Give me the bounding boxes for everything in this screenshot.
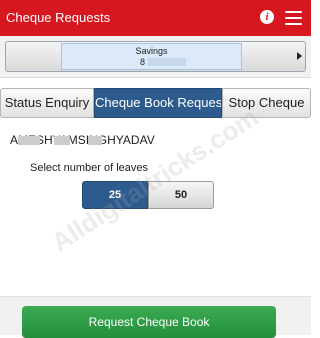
info-icon[interactable]: i — [260, 10, 274, 24]
app-header: Cheque Requests i — [0, 0, 311, 36]
chevron-right-icon — [297, 52, 302, 60]
account-number: 8 — [140, 57, 146, 67]
account-card[interactable]: Savings 8 — [61, 43, 242, 70]
page-title: Cheque Requests — [6, 10, 111, 25]
account-bar: Savings 8 — [0, 36, 311, 78]
tab-bar: Status Enquiry Cheque Book Request Stop … — [0, 88, 311, 118]
request-cheque-book-button[interactable]: Request Cheque Book — [22, 306, 276, 338]
tab-status-enquiry[interactable]: Status Enquiry — [0, 88, 94, 118]
name-mask — [18, 136, 40, 145]
account-number-mask — [148, 58, 186, 66]
tab-cheque-book-request[interactable]: Cheque Book Request — [94, 88, 222, 118]
account-type: Savings — [135, 46, 168, 56]
watermark: Alldigitaltricks.com — [45, 101, 264, 258]
name-mask — [88, 136, 102, 145]
leaves-option-50[interactable]: 50 — [148, 181, 214, 209]
leaves-option-25[interactable]: 25 — [82, 181, 148, 209]
next-account-button[interactable] — [251, 42, 305, 71]
previous-account-button[interactable] — [6, 42, 60, 71]
tab-stop-cheque[interactable]: Stop Cheque — [222, 88, 311, 118]
name-mask — [54, 136, 70, 145]
account-selector[interactable]: Savings 8 — [5, 41, 306, 72]
hamburger-menu-icon[interactable] — [285, 11, 302, 25]
leaves-label: Select number of leaves — [30, 162, 149, 174]
